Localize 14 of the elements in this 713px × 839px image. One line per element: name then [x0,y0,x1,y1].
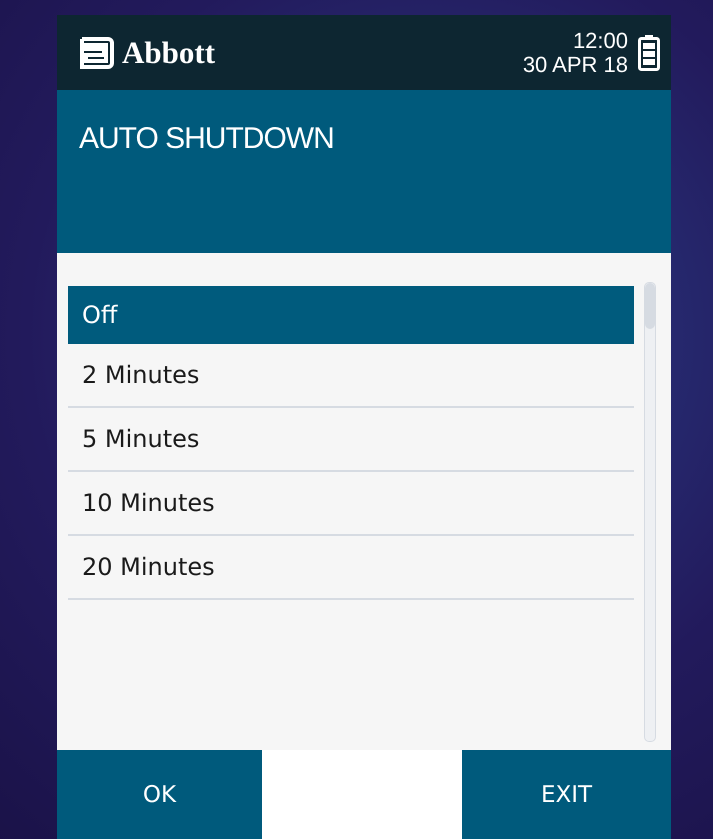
battery-icon [638,34,660,70]
exit-button[interactable]: EXIT [462,750,671,839]
logo-icon [78,36,114,68]
option-item[interactable]: 5 Minutes [68,408,634,472]
scrollbar[interactable] [644,282,656,742]
option-item[interactable]: 2 Minutes [68,344,634,408]
clock-date: 30 APR 18 [522,52,628,76]
clock-time: 12:00 [572,28,628,52]
option-item[interactable]: Off [68,286,634,344]
option-item[interactable]: 20 Minutes [68,536,634,600]
option-item[interactable]: 10 Minutes [68,472,634,536]
ok-button[interactable]: OK [57,750,262,839]
brand-name: Abbott [122,34,216,70]
screen-title: AUTO SHUTDOWN [79,122,334,155]
